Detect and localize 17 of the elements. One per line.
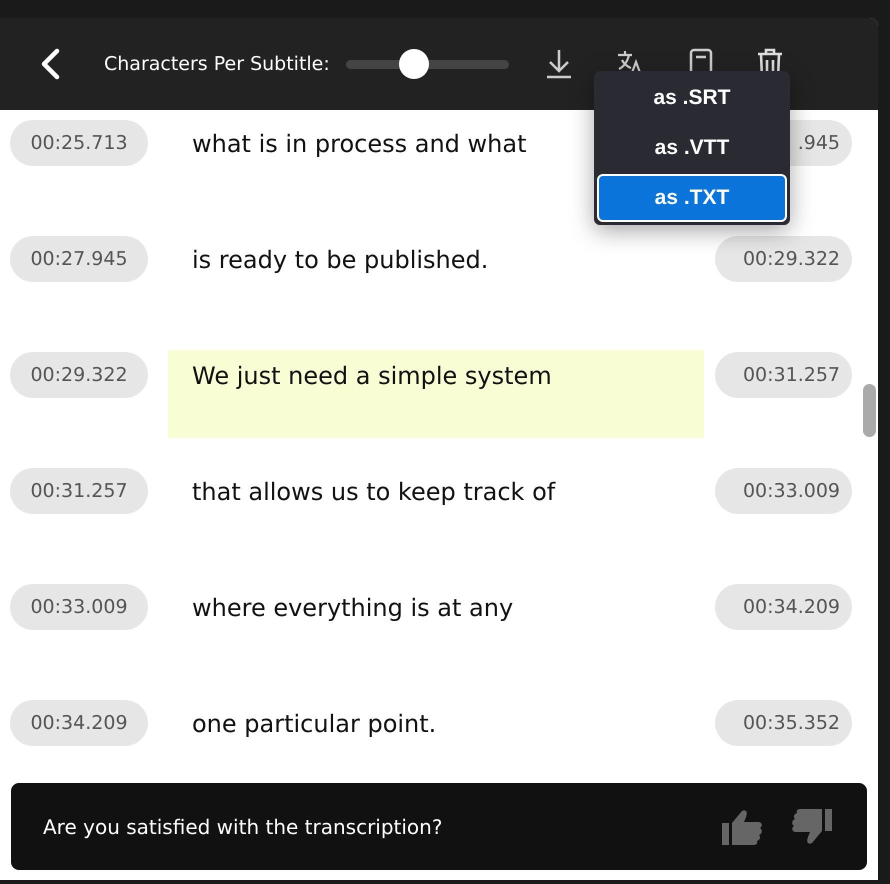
timestamp[interactable]: 00:34.209 <box>10 700 148 746</box>
timestamp[interactable]: 00:25.713 <box>10 120 148 166</box>
timestamp[interactable]: 00:31.257 <box>715 352 852 398</box>
timestamp[interactable]: 00:31.257 <box>10 468 148 514</box>
subtitle-text[interactable]: We just need a simple system <box>168 350 704 438</box>
timestamp[interactable]: 00:33.009 <box>10 584 148 630</box>
slider-label: Characters Per Subtitle: <box>104 52 330 77</box>
menu-item[interactable]: as .TXT <box>597 174 787 222</box>
feedback-question: Are you satisfied with the transcription? <box>43 814 444 840</box>
timestamp[interactable]: 00:34.209 <box>715 584 852 630</box>
timestamp[interactable]: 00:33.009 <box>715 468 852 514</box>
timestamp[interactable]: 00:35.352 <box>715 700 852 746</box>
characters-slider[interactable] <box>346 47 509 81</box>
timestamp[interactable]: 00:29.322 <box>715 236 852 282</box>
timestamp[interactable]: 00:27.945 <box>10 236 148 282</box>
timestamp[interactable]: 00:29.322 <box>10 352 148 398</box>
scrollbar-thumb[interactable] <box>863 384 876 437</box>
